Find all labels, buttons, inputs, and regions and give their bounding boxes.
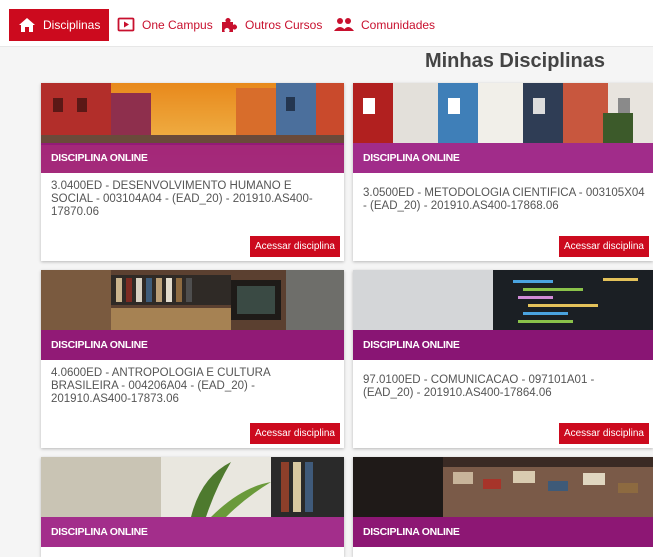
course-card: DISCIPLINA ONLINE [353,457,653,557]
course-image: DISCIPLINA ONLINE [41,457,344,547]
play-icon [117,17,135,33]
course-card: DISCIPLINA ONLINE 4.0600ED - ANTROPOLOGI… [41,270,344,448]
course-card: DISCIPLINA ONLINE 3.0400ED - DESENVOLVIM… [41,83,344,261]
course-category: DISCIPLINA ONLINE [353,330,653,360]
nav-outros-cursos[interactable]: Outros Cursos [220,9,322,41]
course-category: DISCIPLINA ONLINE [41,143,344,173]
course-image: DISCIPLINA ONLINE [41,270,344,360]
access-course-button[interactable]: Acessar disciplina [249,423,340,444]
nav-one-campus[interactable]: One Campus [117,9,213,41]
access-course-button[interactable]: Acessar disciplina [249,236,340,257]
access-course-button[interactable]: Acessar disciplina [558,236,649,257]
home-icon [18,17,36,33]
course-card: DISCIPLINA ONLINE 3.0500ED - METODOLOGIA… [353,83,653,261]
people-icon [334,17,354,33]
course-title: 3.0500ED - METODOLOGIA CIENTIFICA - 0031… [363,187,645,212]
page-title: Minhas Disciplinas [424,50,605,72]
course-image: DISCIPLINA ONLINE [353,270,653,360]
nav-label: One Campus [142,18,213,32]
course-title: 4.0600ED - ANTROPOLOGIA E CULTURA BRASIL… [51,367,270,405]
course-category: DISCIPLINA ONLINE [41,517,344,547]
access-course-button[interactable]: Acessar disciplina [558,423,649,444]
course-image: DISCIPLINA ONLINE [353,83,653,173]
course-card: DISCIPLINA ONLINE [41,457,344,557]
nav-label: Comunidades [361,18,436,32]
course-category: DISCIPLINA ONLINE [41,330,344,360]
course-image: DISCIPLINA ONLINE [353,457,653,547]
course-category: DISCIPLINA ONLINE [353,143,653,173]
course-card: DISCIPLINA ONLINE 97.0100ED - COMUNICACA… [353,270,653,448]
course-image: DISCIPLINA ONLINE [41,83,344,173]
course-title: 97.0100ED - COMUNICACAO - 097101A01 - (E… [363,374,595,399]
nav-disciplinas[interactable]: Disciplinas [9,9,110,41]
puzzle-icon [220,16,238,34]
nav-label: Outros Cursos [245,18,323,32]
course-category: DISCIPLINA ONLINE [353,517,653,547]
nav-comunidades[interactable]: Comunidades [334,9,435,41]
nav-label: Disciplinas [43,18,101,32]
top-nav: Disciplinas One Campus Outros Cursos Com… [0,0,653,47]
course-title: 3.0400ED - DESENVOLVIMENTO HUMANO E SOCI… [51,180,313,218]
